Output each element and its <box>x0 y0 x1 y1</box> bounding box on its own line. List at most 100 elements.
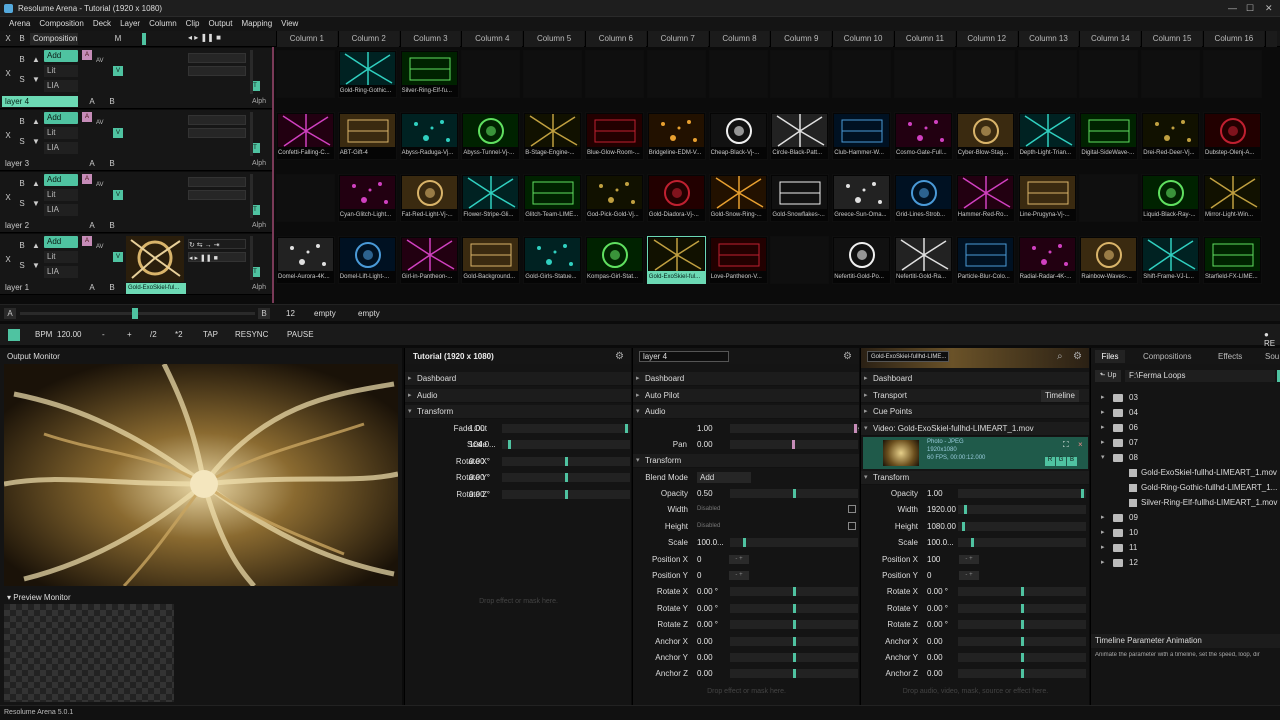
empty-clip-slot[interactable] <box>1203 50 1262 98</box>
transport-section[interactable]: Transport Timeline <box>861 389 1089 403</box>
clip-slot[interactable]: Grid-Lines-Strob... <box>894 174 953 222</box>
rotate-x-value[interactable]: 0.00 ° <box>927 584 948 599</box>
blend-mode-button[interactable]: Add <box>44 50 78 62</box>
clip-slot[interactable]: Silver-Ring-Elf-fu... <box>399 50 459 98</box>
video-toggle[interactable]: V <box>113 252 123 262</box>
pan-slider-handle[interactable] <box>792 440 795 449</box>
empty-clip-slot[interactable] <box>832 50 892 98</box>
folder-item[interactable]: ▸ 09 <box>1091 510 1280 525</box>
position-y-param[interactable]: Position Y 0 - + <box>861 568 1089 583</box>
width-value[interactable]: Disabled <box>697 502 720 517</box>
layer-solo-button[interactable]: S <box>17 74 27 86</box>
anchor-z-param[interactable]: Anchor Z 0.00 <box>633 666 859 681</box>
clip-slot[interactable]: Cosmo-Gate-Full... <box>894 112 953 160</box>
anchor-y-param[interactable]: Anchor Y 0.00 <box>633 650 859 665</box>
clip-slot[interactable]: Nefertiti-Gold-Po... <box>832 236 892 284</box>
crossfader-handle[interactable] <box>132 308 138 319</box>
path-select[interactable]: F:\Ferma Loops <box>1125 370 1275 382</box>
crossfader-a-button[interactable]: A <box>4 308 16 319</box>
tab-files[interactable]: Files <box>1095 350 1125 363</box>
empty-clip-slot[interactable] <box>646 50 706 98</box>
scale-slider[interactable] <box>730 538 858 548</box>
layer-direction-controls[interactable] <box>188 190 246 200</box>
empty-clip-slot[interactable] <box>523 50 583 98</box>
scale-slider-handle[interactable] <box>971 538 974 548</box>
layer-a-toggle[interactable]: A <box>82 112 92 122</box>
scale-param[interactable]: Scale 100.0... <box>861 535 1089 550</box>
chevron-right-icon[interactable]: ▸ <box>1101 390 1105 405</box>
blend-mode-button[interactable]: Add <box>44 236 78 248</box>
height-slider-handle[interactable] <box>962 521 965 531</box>
clip-slot[interactable]: Club-Hammer-W... <box>832 112 892 160</box>
clip-slot[interactable]: Gold-Ring-Gothic... <box>337 50 397 98</box>
opacity-param[interactable]: Opacity 0.50 <box>633 486 859 501</box>
layer-a-toggle[interactable]: A <box>82 236 92 246</box>
layer-down-icon[interactable]: ▼ <box>31 198 41 210</box>
video-section[interactable]: Video: Gold-ExoSkiel-fullhd-LIMEART_1.mo… <box>861 422 1089 436</box>
menu-layer[interactable]: Layer <box>111 17 140 28</box>
composition-master-fader[interactable] <box>142 33 146 45</box>
deck-number[interactable]: 12 <box>286 309 295 318</box>
menu-output[interactable]: Output <box>199 17 232 28</box>
layer-direction-controls[interactable]: ◂ ▸ ❚❚ ■ <box>188 252 246 262</box>
rotate-y-param[interactable]: Rotate Y 0.00 ° <box>861 601 1089 616</box>
clip-slot[interactable]: Greece-Sun-Oma... <box>832 174 892 222</box>
column-header[interactable]: Column 16 <box>1203 31 1264 47</box>
composition-clear-button[interactable]: X <box>3 33 13 45</box>
composition-master-button[interactable]: M <box>113 33 123 45</box>
clip-slot[interactable]: ABT-Gift-4 <box>337 112 397 160</box>
gear-icon[interactable]: ⚙ <box>615 351 624 362</box>
empty-clip-slot[interactable] <box>1017 50 1077 98</box>
column-header-overflow[interactable] <box>1264 31 1277 47</box>
empty-clip-slot[interactable] <box>1079 174 1139 222</box>
rotate-z-value[interactable]: 0.00 ° <box>469 487 490 502</box>
lit-button[interactable]: Lit <box>44 251 78 263</box>
position-y-value[interactable]: 0 <box>927 568 931 583</box>
bpm-half-button[interactable]: /2 <box>150 330 157 339</box>
scale-slider-handle[interactable] <box>508 440 511 450</box>
rotate-x-param[interactable]: Rotate X 0.00 ° <box>861 584 1089 599</box>
layer-crossfade-b[interactable]: B <box>107 96 117 108</box>
width-param[interactable]: Width Disabled <box>633 502 859 517</box>
layer-crossfade-a[interactable]: A <box>87 96 97 108</box>
position-x-param[interactable]: Position X 100 - + <box>861 552 1089 567</box>
layer-crossfade-b[interactable]: B <box>107 282 117 294</box>
height-value[interactable]: Disabled <box>697 519 720 534</box>
clip-slot[interactable]: Kompas-Girl-Stat... <box>585 236 644 284</box>
opacity-slider-handle[interactable] <box>1081 489 1084 498</box>
width-slider[interactable] <box>958 505 1086 515</box>
composition-transport[interactable]: ◂ ▸ ❚❚ ■ <box>188 33 246 45</box>
red-channel-toggle[interactable]: R <box>1045 457 1055 466</box>
layer-opacity-fader[interactable] <box>250 50 253 94</box>
opacity-param[interactable]: Opacity 1.00 <box>861 486 1089 501</box>
folder-item[interactable]: ▸ 12 <box>1091 555 1280 570</box>
clip-slot[interactable]: Depth-Light-Trian... <box>1017 112 1077 160</box>
cue-points-section[interactable]: Cue Points <box>861 405 1089 419</box>
composition-label[interactable]: Composition <box>30 33 78 45</box>
anchor-z-param[interactable]: Anchor Z 0.00 <box>861 666 1089 681</box>
column-header[interactable]: Column 12 <box>955 31 1017 47</box>
clip-slot[interactable]: Starfield-FX-LIME... <box>1203 236 1262 284</box>
empty-clip-slot[interactable] <box>585 50 644 98</box>
rotate-y-param[interactable]: Rotate Y 0.00 ° <box>405 470 631 485</box>
rotate-z-param[interactable]: Rotate Z 0.00 ° <box>633 617 859 632</box>
lia-button[interactable]: LIA <box>44 266 78 278</box>
opacity-value[interactable]: 1.00 <box>927 486 943 501</box>
column-header[interactable]: Column 1 <box>276 31 337 47</box>
layer-crossfade-a[interactable]: A <box>87 282 97 294</box>
column-header[interactable]: Column 3 <box>399 31 461 47</box>
menu-view[interactable]: View <box>272 17 298 28</box>
anchor-y-slider-handle[interactable] <box>793 653 796 662</box>
anchor-x-slider-handle[interactable] <box>1021 636 1024 646</box>
layer-crossfade-b[interactable]: B <box>107 220 117 232</box>
position-x-value[interactable]: 100 <box>927 552 940 567</box>
position-y-param[interactable]: Position Y 0 - + <box>633 568 859 583</box>
rotate-y-slider-handle[interactable] <box>565 473 568 483</box>
minimize-icon[interactable]: — <box>1228 3 1237 13</box>
gear-icon[interactable]: ⚙ <box>843 351 852 362</box>
bpm-minus-button[interactable]: - <box>102 330 105 339</box>
chevron-down-icon[interactable]: ▾ <box>1101 450 1105 465</box>
layer-alpha[interactable]: Alph <box>248 96 270 107</box>
layer-down-icon[interactable]: ▼ <box>31 74 41 86</box>
bpm-value[interactable]: 120.00 <box>57 330 81 339</box>
